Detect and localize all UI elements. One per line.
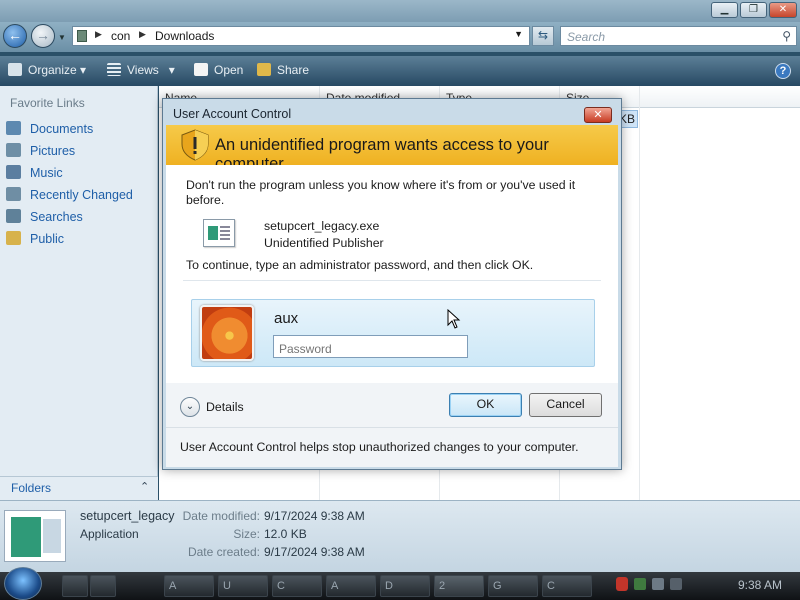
close-button[interactable]: ✕ xyxy=(584,107,612,123)
ok-button[interactable]: OK xyxy=(449,393,522,417)
mouse-cursor-icon xyxy=(447,309,461,329)
warning-text-line2: before. xyxy=(186,193,225,207)
cancel-button[interactable]: Cancel xyxy=(529,393,602,417)
uac-shield-icon xyxy=(181,129,209,161)
instruction-text: To continue, type an administrator passw… xyxy=(186,258,534,272)
uac-dialog: User Account Control ✕ An unidentified p… xyxy=(162,98,622,470)
warning-text-line1: Don't run the program unless you know wh… xyxy=(186,178,576,192)
details-toggle-label[interactable]: Details xyxy=(206,400,244,414)
divider xyxy=(166,427,618,428)
chevron-down-icon[interactable]: ⌄ xyxy=(180,397,200,417)
program-icon xyxy=(203,219,235,247)
program-name: setupcert_legacy.exe xyxy=(264,219,380,233)
user-name: aux xyxy=(274,310,299,327)
program-publisher: Unidentified Publisher xyxy=(264,236,384,250)
user-avatar xyxy=(200,305,254,361)
password-input[interactable] xyxy=(273,335,468,358)
uac-dialog-title: User Account Control xyxy=(173,107,292,121)
uac-info-text: User Account Control helps stop unauthor… xyxy=(180,440,579,454)
divider xyxy=(183,280,601,281)
